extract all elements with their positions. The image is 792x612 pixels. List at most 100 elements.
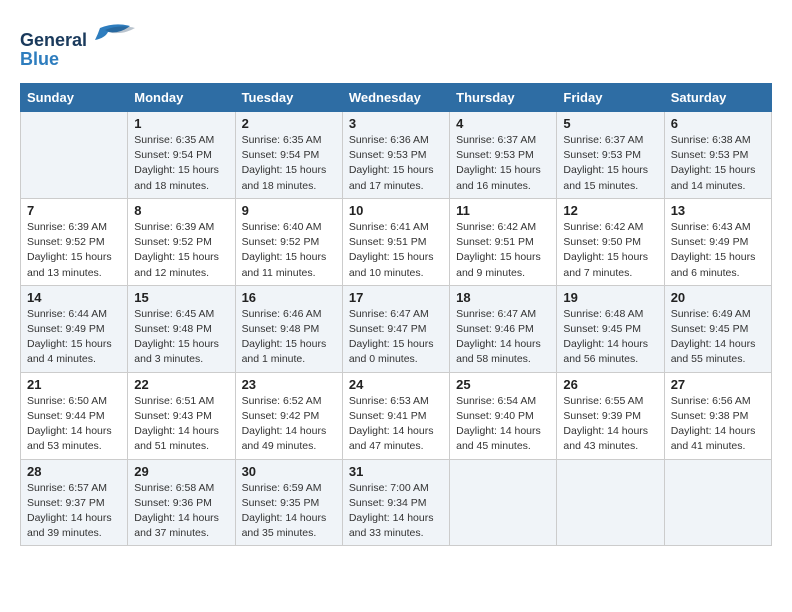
day-info: Sunrise: 6:35 AM Sunset: 9:54 PM Dayligh… — [242, 133, 336, 194]
calendar-cell: 31 Sunrise: 7:00 AM Sunset: 9:34 PM Dayli… — [342, 459, 449, 546]
calendar-cell: 7 Sunrise: 6:39 AM Sunset: 9:52 PM Daylig… — [21, 198, 128, 285]
calendar-cell: 29 Sunrise: 6:58 AM Sunset: 9:36 PM Dayli… — [128, 459, 235, 546]
header: General Blue — [20, 20, 772, 75]
svg-text:Blue: Blue — [20, 49, 59, 69]
day-number: 15 — [134, 290, 228, 305]
calendar-cell: 23 Sunrise: 6:52 AM Sunset: 9:42 PM Dayli… — [235, 372, 342, 459]
calendar-cell: 17 Sunrise: 6:47 AM Sunset: 9:47 PM Dayli… — [342, 285, 449, 372]
calendar-cell: 30 Sunrise: 6:59 AM Sunset: 9:35 PM Dayli… — [235, 459, 342, 546]
day-number: 25 — [456, 377, 550, 392]
day-number: 10 — [349, 203, 443, 218]
day-info: Sunrise: 6:51 AM Sunset: 9:43 PM Dayligh… — [134, 394, 228, 455]
day-number: 26 — [563, 377, 657, 392]
calendar-cell: 20 Sunrise: 6:49 AM Sunset: 9:45 PM Dayli… — [664, 285, 771, 372]
day-info: Sunrise: 6:39 AM Sunset: 9:52 PM Dayligh… — [134, 220, 228, 281]
day-number: 11 — [456, 203, 550, 218]
day-number: 16 — [242, 290, 336, 305]
calendar-cell: 27 Sunrise: 6:56 AM Sunset: 9:38 PM Dayli… — [664, 372, 771, 459]
calendar-cell — [557, 459, 664, 546]
calendar-cell: 2 Sunrise: 6:35 AM Sunset: 9:54 PM Daylig… — [235, 112, 342, 199]
day-info: Sunrise: 6:35 AM Sunset: 9:54 PM Dayligh… — [134, 133, 228, 194]
day-info: Sunrise: 6:37 AM Sunset: 9:53 PM Dayligh… — [456, 133, 550, 194]
day-number: 4 — [456, 116, 550, 131]
calendar-cell: 11 Sunrise: 6:42 AM Sunset: 9:51 PM Dayli… — [450, 198, 557, 285]
day-number: 31 — [349, 464, 443, 479]
day-info: Sunrise: 6:57 AM Sunset: 9:37 PM Dayligh… — [27, 481, 121, 542]
day-info: Sunrise: 6:46 AM Sunset: 9:48 PM Dayligh… — [242, 307, 336, 368]
day-number: 27 — [671, 377, 765, 392]
day-number: 2 — [242, 116, 336, 131]
day-info: Sunrise: 6:37 AM Sunset: 9:53 PM Dayligh… — [563, 133, 657, 194]
calendar-cell: 21Sunrise: 6:50 AM Sunset: 9:44 PM Dayli… — [21, 372, 128, 459]
day-number: 14 — [27, 290, 121, 305]
day-info: Sunrise: 6:48 AM Sunset: 9:45 PM Dayligh… — [563, 307, 657, 368]
day-info: Sunrise: 6:39 AM Sunset: 9:52 PM Dayligh… — [27, 220, 121, 281]
day-number: 6 — [671, 116, 765, 131]
day-number: 24 — [349, 377, 443, 392]
day-of-week-header: Friday — [557, 84, 664, 112]
day-info: Sunrise: 6:54 AM Sunset: 9:40 PM Dayligh… — [456, 394, 550, 455]
day-number: 13 — [671, 203, 765, 218]
calendar-cell: 10 Sunrise: 6:41 AM Sunset: 9:51 PM Dayli… — [342, 198, 449, 285]
day-info: Sunrise: 6:47 AM Sunset: 9:47 PM Dayligh… — [349, 307, 443, 368]
day-number: 20 — [671, 290, 765, 305]
day-of-week-header: Monday — [128, 84, 235, 112]
day-info: Sunrise: 6:58 AM Sunset: 9:36 PM Dayligh… — [134, 481, 228, 542]
calendar-cell: 22Sunrise: 6:51 AM Sunset: 9:43 PM Dayli… — [128, 372, 235, 459]
calendar-cell: 19Sunrise: 6:48 AM Sunset: 9:45 PM Dayli… — [557, 285, 664, 372]
day-of-week-header: Sunday — [21, 84, 128, 112]
day-info: Sunrise: 7:00 AM Sunset: 9:34 PM Dayligh… — [349, 481, 443, 542]
calendar-cell: 13Sunrise: 6:43 AM Sunset: 9:49 PM Dayli… — [664, 198, 771, 285]
day-info: Sunrise: 6:42 AM Sunset: 9:50 PM Dayligh… — [563, 220, 657, 281]
day-info: Sunrise: 6:52 AM Sunset: 9:42 PM Dayligh… — [242, 394, 336, 455]
day-of-week-header: Tuesday — [235, 84, 342, 112]
day-info: Sunrise: 6:41 AM Sunset: 9:51 PM Dayligh… — [349, 220, 443, 281]
day-number: 7 — [27, 203, 121, 218]
calendar-cell: 9 Sunrise: 6:40 AM Sunset: 9:52 PM Daylig… — [235, 198, 342, 285]
calendar-cell — [664, 459, 771, 546]
calendar-cell: 25 Sunrise: 6:54 AM Sunset: 9:40 PM Dayli… — [450, 372, 557, 459]
day-info: Sunrise: 6:59 AM Sunset: 9:35 PM Dayligh… — [242, 481, 336, 542]
day-number: 3 — [349, 116, 443, 131]
day-info: Sunrise: 6:42 AM Sunset: 9:51 PM Dayligh… — [456, 220, 550, 281]
day-number: 23 — [242, 377, 336, 392]
calendar-cell: 12Sunrise: 6:42 AM Sunset: 9:50 PM Dayli… — [557, 198, 664, 285]
calendar-cell: 28 Sunrise: 6:57 AM Sunset: 9:37 PM Dayli… — [21, 459, 128, 546]
day-of-week-header: Saturday — [664, 84, 771, 112]
calendar-cell: 3Sunrise: 6:36 AM Sunset: 9:53 PM Daylig… — [342, 112, 449, 199]
day-of-week-header: Thursday — [450, 84, 557, 112]
calendar-table: SundayMondayTuesdayWednesdayThursdayFrid… — [20, 83, 772, 546]
calendar-cell: 8 Sunrise: 6:39 AM Sunset: 9:52 PM Daylig… — [128, 198, 235, 285]
day-of-week-header: Wednesday — [342, 84, 449, 112]
day-info: Sunrise: 6:49 AM Sunset: 9:45 PM Dayligh… — [671, 307, 765, 368]
calendar-cell — [21, 112, 128, 199]
logo-text: General Blue — [20, 20, 150, 75]
day-number: 8 — [134, 203, 228, 218]
day-info: Sunrise: 6:47 AM Sunset: 9:46 PM Dayligh… — [456, 307, 550, 368]
calendar-cell: 6 Sunrise: 6:38 AM Sunset: 9:53 PM Daylig… — [664, 112, 771, 199]
calendar-cell: 26 Sunrise: 6:55 AM Sunset: 9:39 PM Dayli… — [557, 372, 664, 459]
day-info: Sunrise: 6:44 AM Sunset: 9:49 PM Dayligh… — [27, 307, 121, 368]
day-number: 28 — [27, 464, 121, 479]
day-number: 21 — [27, 377, 121, 392]
calendar-cell: 4 Sunrise: 6:37 AM Sunset: 9:53 PM Daylig… — [450, 112, 557, 199]
day-number: 18 — [456, 290, 550, 305]
day-info: Sunrise: 6:56 AM Sunset: 9:38 PM Dayligh… — [671, 394, 765, 455]
day-info: Sunrise: 6:55 AM Sunset: 9:39 PM Dayligh… — [563, 394, 657, 455]
day-info: Sunrise: 6:40 AM Sunset: 9:52 PM Dayligh… — [242, 220, 336, 281]
day-number: 17 — [349, 290, 443, 305]
calendar-cell: 1 Sunrise: 6:35 AM Sunset: 9:54 PM Daylig… — [128, 112, 235, 199]
day-number: 9 — [242, 203, 336, 218]
day-number: 29 — [134, 464, 228, 479]
day-info: Sunrise: 6:38 AM Sunset: 9:53 PM Dayligh… — [671, 133, 765, 194]
day-number: 30 — [242, 464, 336, 479]
logo: General Blue — [20, 20, 150, 75]
calendar-cell — [450, 459, 557, 546]
day-number: 1 — [134, 116, 228, 131]
calendar-cell: 18 Sunrise: 6:47 AM Sunset: 9:46 PM Dayli… — [450, 285, 557, 372]
calendar-cell: 14 Sunrise: 6:44 AM Sunset: 9:49 PM Dayli… — [21, 285, 128, 372]
calendar-cell: 5Sunrise: 6:37 AM Sunset: 9:53 PM Daylig… — [557, 112, 664, 199]
calendar-cell: 24Sunrise: 6:53 AM Sunset: 9:41 PM Dayli… — [342, 372, 449, 459]
svg-text:General: General — [20, 30, 87, 50]
calendar-cell: 15Sunrise: 6:45 AM Sunset: 9:48 PM Dayli… — [128, 285, 235, 372]
